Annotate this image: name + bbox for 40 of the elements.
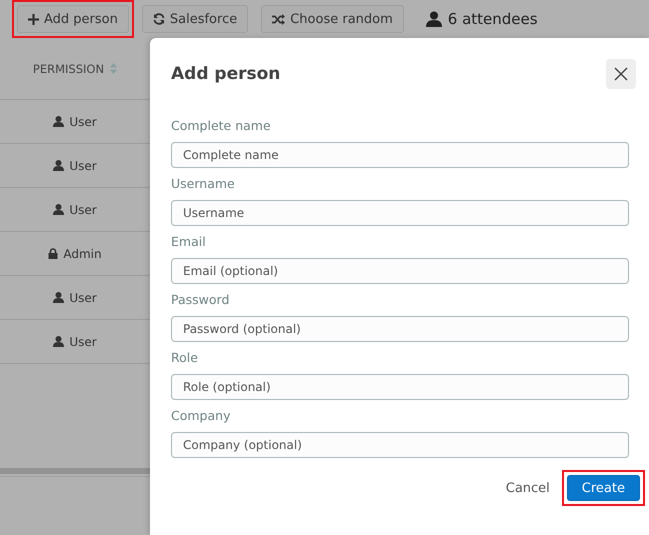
close-button[interactable] [606, 59, 636, 89]
plus-icon [28, 14, 39, 24]
field-label: Role [171, 349, 199, 367]
input-field[interactable]: Company (optional) [171, 432, 629, 458]
column-header[interactable]: PERMISSION [32, 62, 104, 76]
input-field[interactable]: Password (optional) [171, 316, 629, 342]
user-icon [53, 336, 64, 347]
field-label: Email [171, 233, 207, 251]
field-label: Username [171, 175, 236, 193]
input-field[interactable]: Complete name [171, 142, 629, 168]
person-icon [426, 11, 442, 27]
refresh-icon [152, 13, 165, 25]
field-label: Company [171, 407, 232, 425]
sort-icon [110, 63, 118, 74]
permission-label: Admin [63, 246, 102, 260]
permission-label: User [69, 334, 97, 348]
cancel-button[interactable]: Cancel [502, 480, 554, 496]
toolbar-button[interactable]: Add person [17, 5, 129, 33]
permission-label: User [69, 290, 97, 304]
input-field[interactable]: Role (optional) [171, 374, 629, 400]
lock-icon [48, 248, 58, 259]
input-field[interactable]: Username [171, 200, 629, 226]
shuffle-icon [272, 14, 286, 24]
create-button[interactable]: Create [566, 475, 640, 501]
toolbar-button[interactable]: Choose random [261, 5, 404, 33]
scrollbar[interactable] [0, 468, 150, 474]
user-icon [53, 204, 64, 215]
permission-label: User [69, 202, 97, 216]
field-label: Password [171, 291, 230, 309]
input-field[interactable]: Email (optional) [171, 258, 629, 284]
toolbar-button[interactable]: Salesforce [142, 5, 248, 33]
user-icon [53, 160, 64, 171]
user-icon [53, 116, 64, 127]
user-icon [53, 292, 64, 303]
dialog-title: Add person [171, 64, 280, 84]
close-icon [614, 67, 628, 81]
field-label: Complete name [171, 117, 272, 135]
attendee-count: 6 attendees [448, 10, 538, 28]
permission-label: User [69, 114, 97, 128]
permission-label: User [69, 158, 97, 172]
